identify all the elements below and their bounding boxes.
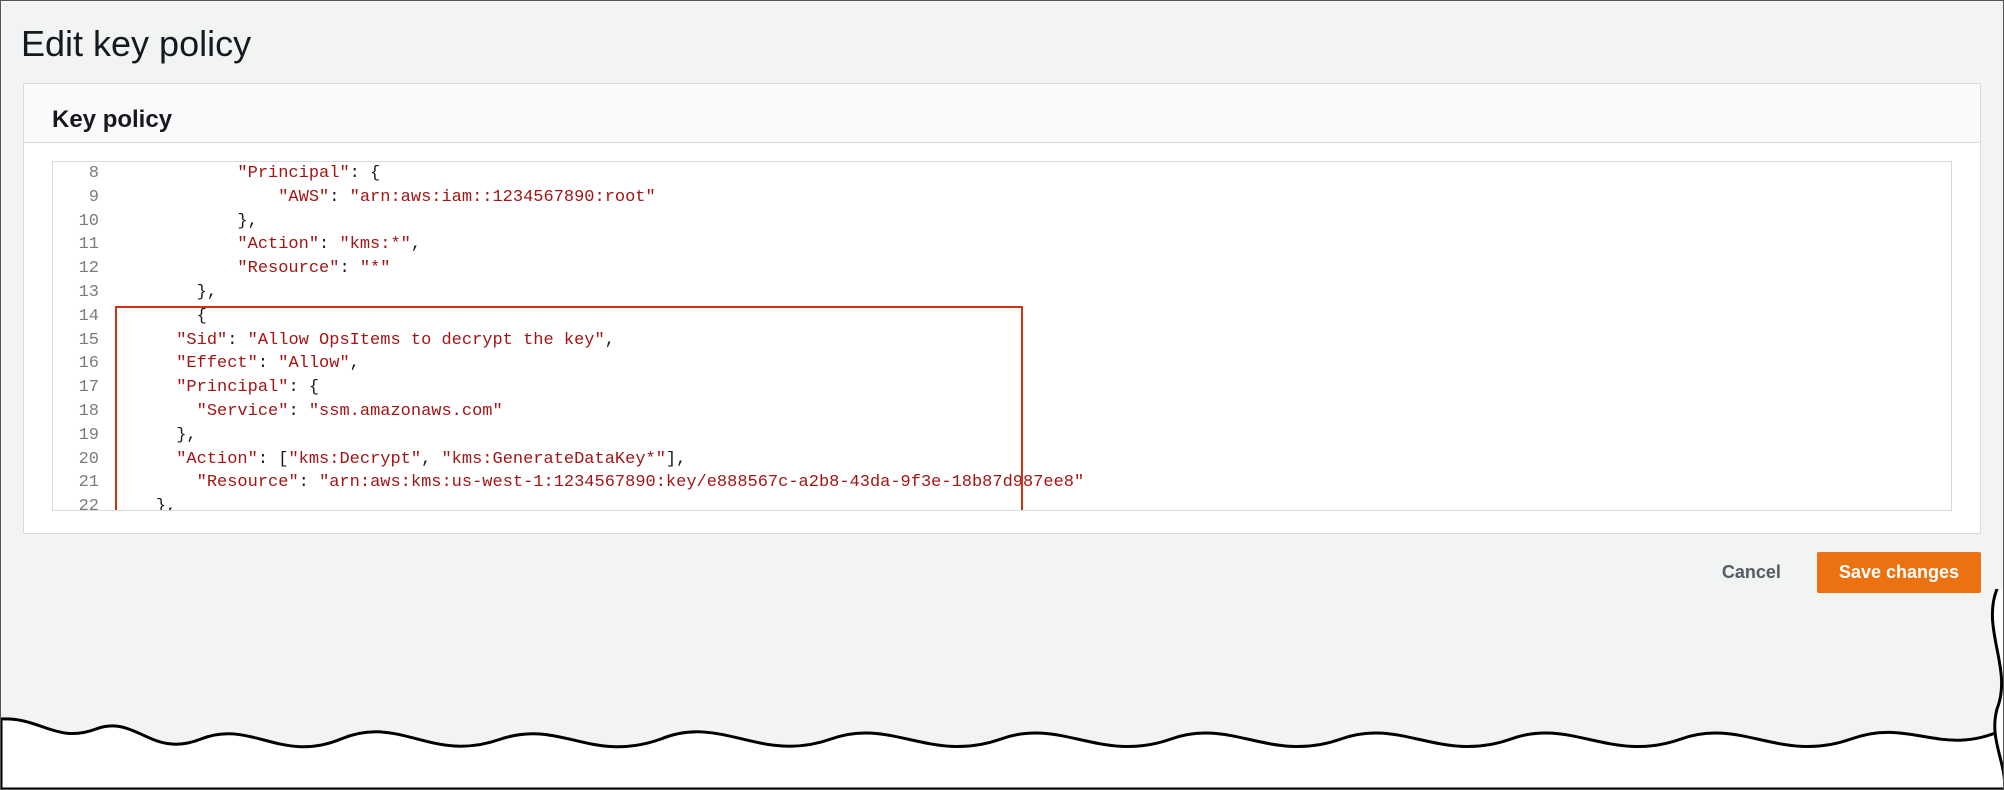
code-content[interactable]: "Resource": "*"	[113, 257, 1951, 281]
page-title: Edit key policy	[21, 23, 2003, 65]
panel-header: Key policy	[24, 84, 1980, 143]
line-number: 10	[53, 210, 113, 234]
code-content[interactable]: },	[113, 424, 1951, 448]
line-number: 16	[53, 352, 113, 376]
code-line[interactable]: 9 "AWS": "arn:aws:iam::1234567890:root"	[53, 186, 1951, 210]
code-line[interactable]: 21 "Resource": "arn:aws:kms:us-west-1:12…	[53, 471, 1951, 495]
code-content[interactable]: },	[113, 210, 1951, 234]
code-line[interactable]: 19 },	[53, 424, 1951, 448]
key-policy-panel: Key policy 8 "Principal": {9 "AWS": "arn…	[23, 83, 1981, 534]
line-number: 18	[53, 400, 113, 424]
code-line[interactable]: 10 },	[53, 210, 1951, 234]
code-content[interactable]: "Principal": {	[113, 162, 1951, 186]
cancel-button[interactable]: Cancel	[1700, 552, 1803, 593]
code-line[interactable]: 8 "Principal": {	[53, 162, 1951, 186]
code-line[interactable]: 12 "Resource": "*"	[53, 257, 1951, 281]
code-line[interactable]: 14 {	[53, 305, 1951, 329]
code-line[interactable]: 20 "Action": ["kms:Decrypt", "kms:Genera…	[53, 448, 1951, 472]
code-line[interactable]: 16 "Effect": "Allow",	[53, 352, 1951, 376]
code-content[interactable]: },	[113, 495, 1951, 510]
line-number: 19	[53, 424, 113, 448]
code-content[interactable]: "Service": "ssm.amazonaws.com"	[113, 400, 1951, 424]
code-content[interactable]: "Action": ["kms:Decrypt", "kms:GenerateD…	[113, 448, 1951, 472]
panel-title: Key policy	[52, 106, 1952, 134]
line-number: 11	[53, 233, 113, 257]
line-number: 8	[53, 162, 113, 186]
code-line[interactable]: 18 "Service": "ssm.amazonaws.com"	[53, 400, 1951, 424]
code-content[interactable]: "Resource": "arn:aws:kms:us-west-1:12345…	[113, 471, 1951, 495]
code-content[interactable]: "Principal": {	[113, 376, 1951, 400]
line-number: 22	[53, 495, 113, 510]
line-number: 13	[53, 281, 113, 305]
torn-edge-decoration	[1, 589, 2004, 789]
save-button[interactable]: Save changes	[1817, 552, 1981, 593]
code-content[interactable]: "Effect": "Allow",	[113, 352, 1951, 376]
code-content[interactable]: },	[113, 281, 1951, 305]
code-content[interactable]: "AWS": "arn:aws:iam::1234567890:root"	[113, 186, 1951, 210]
code-content[interactable]: "Action": "kms:*",	[113, 233, 1951, 257]
code-line[interactable]: 13 },	[53, 281, 1951, 305]
code-line[interactable]: 11 "Action": "kms:*",	[53, 233, 1951, 257]
code-line[interactable]: 22 },	[53, 495, 1951, 510]
code-line[interactable]: 17 "Principal": {	[53, 376, 1951, 400]
line-number: 9	[53, 186, 113, 210]
code-content[interactable]: {	[113, 305, 1951, 329]
code-content[interactable]: "Sid": "Allow OpsItems to decrypt the ke…	[113, 329, 1951, 353]
code-line[interactable]: 15 "Sid": "Allow OpsItems to decrypt the…	[53, 329, 1951, 353]
action-bar: Cancel Save changes	[1, 534, 2003, 593]
policy-editor[interactable]: 8 "Principal": {9 "AWS": "arn:aws:iam::1…	[52, 161, 1952, 511]
line-number: 20	[53, 448, 113, 472]
line-number: 21	[53, 471, 113, 495]
line-number: 12	[53, 257, 113, 281]
line-number: 14	[53, 305, 113, 329]
line-number: 17	[53, 376, 113, 400]
line-number: 15	[53, 329, 113, 353]
edit-key-policy-page: Edit key policy Key policy 8 "Principal"…	[0, 0, 2004, 790]
